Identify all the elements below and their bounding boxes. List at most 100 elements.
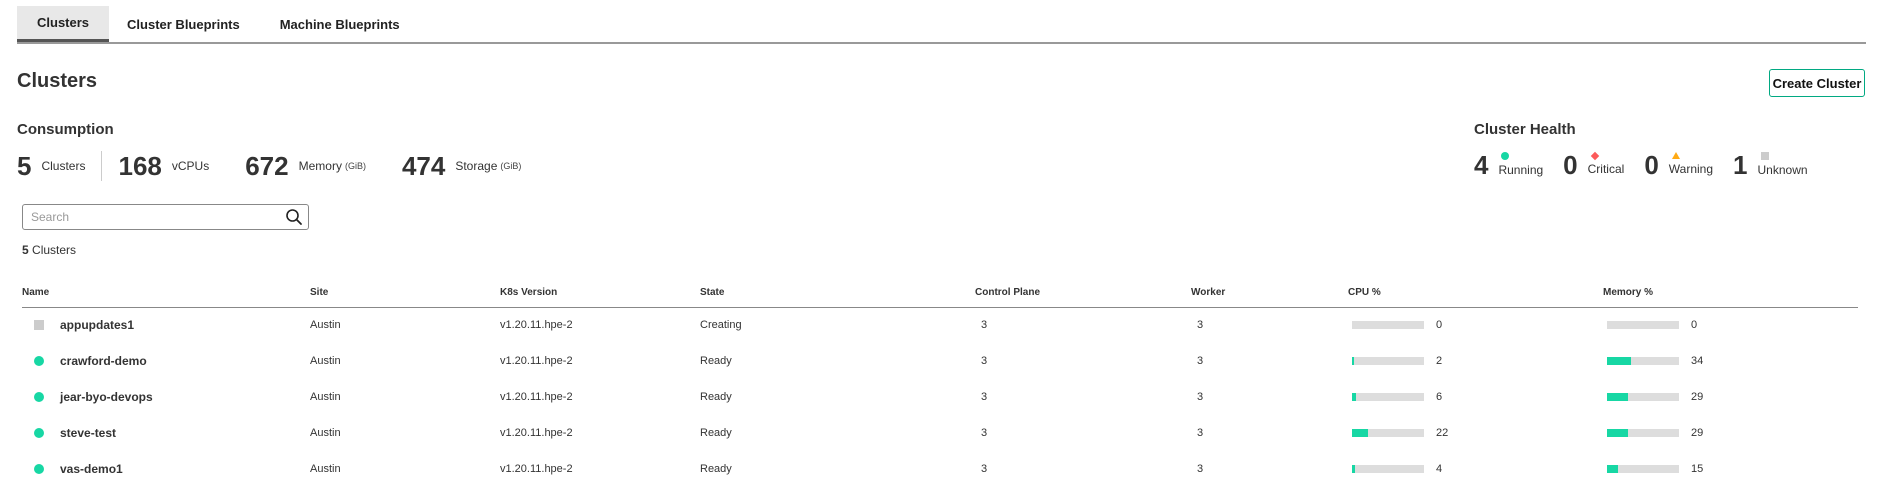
health-value: 1 — [1733, 150, 1748, 180]
memory-percent: 0 — [1691, 319, 1698, 332]
cell-k8s-version: v1.20.11.hpe-2 — [500, 427, 573, 439]
cell-name: crawford-demo — [22, 343, 310, 379]
cpu-percent: 22 — [1436, 427, 1449, 439]
cell-cpu: 6 — [1348, 379, 1603, 415]
ready-status-dot-icon — [34, 356, 44, 366]
cell-memory: 29 — [1603, 415, 1858, 451]
cell-memory: 29 — [1603, 379, 1858, 415]
cell-memory: 34 — [1603, 343, 1858, 379]
memory-meter-fill — [1607, 393, 1628, 401]
table-header-row: Name Site K8s Version State Control Plan… — [22, 278, 1858, 308]
search-input[interactable] — [23, 206, 280, 228]
cell-control-plane: 3 — [981, 319, 988, 332]
create-cluster-button[interactable]: Create Cluster — [1769, 69, 1865, 97]
table-row[interactable]: appupdates1 Austin v1.20.11.hpe-2 Creating 3… — [22, 307, 1858, 343]
cell-state: Ready — [700, 355, 732, 367]
column-header-control-plane[interactable]: Control Plane — [975, 278, 1191, 308]
metric-label: Clusters — [41, 159, 86, 173]
cluster-health-heading: Cluster Health — [1474, 121, 1576, 138]
metric-label: Memory — [298, 159, 342, 173]
memory-percent: 34 — [1691, 355, 1704, 367]
cell-k8s-version: v1.20.11.hpe-2 — [500, 463, 573, 475]
cpu-meter-fill — [1352, 357, 1355, 365]
memory-percent: 15 — [1691, 463, 1704, 475]
cluster-name-link[interactable]: jear-byo-devops — [60, 390, 153, 404]
cell-name: appupdates1 — [22, 307, 310, 343]
cpu-meter — [1352, 321, 1424, 330]
memory-meter-fill — [1607, 429, 1628, 437]
cpu-meter-fill — [1352, 393, 1357, 401]
cell-control-plane: 3 — [981, 391, 988, 403]
cluster-count-label: Clusters — [32, 243, 77, 257]
cell-state: Ready — [700, 427, 732, 439]
column-header-worker[interactable]: Worker — [1191, 278, 1348, 308]
table-row[interactable]: crawford-demo Austin v1.20.11.hpe-2 Ready 3 3… — [22, 343, 1858, 379]
cell-cpu: 0 — [1348, 307, 1603, 343]
cell-site: Austin — [310, 319, 341, 332]
warning-triangle-icon — [1671, 152, 1680, 159]
cell-state: Ready — [700, 391, 732, 403]
health-warning: 0 Warning — [1644, 152, 1713, 178]
cluster-name-link[interactable]: vas-demo1 — [60, 462, 123, 476]
column-header-site[interactable]: Site — [310, 278, 500, 308]
cell-site: Austin — [310, 463, 341, 475]
table-row[interactable]: steve-test Austin v1.20.11.hpe-2 Ready 3 3 22 2… — [22, 415, 1858, 451]
health-label: Running — [1498, 163, 1544, 177]
health-unknown: 1 Unknown — [1733, 152, 1808, 178]
memory-meter — [1607, 357, 1679, 365]
metric-label: vCPUs — [171, 159, 210, 173]
cell-name: jear-byo-devops — [22, 379, 310, 415]
cell-state: Ready — [700, 463, 732, 475]
column-header-k8s-version[interactable]: K8s Version — [500, 278, 700, 308]
metric-clusters: 5 Clusters — [17, 151, 85, 182]
cluster-name-link[interactable]: appupdates1 — [60, 318, 134, 332]
metric-unit: (GiB) — [500, 161, 522, 171]
cell-worker: 3 — [1197, 319, 1204, 332]
tab-machine-blueprints[interactable]: Machine Blueprints — [260, 6, 420, 42]
clusters-table: Name Site K8s Version State Control Plan… — [22, 278, 1858, 487]
column-header-state[interactable]: State — [700, 278, 975, 308]
cluster-health: 4 Running 0 Critical 0 Warning 1 Unknown — [1474, 151, 1808, 178]
column-header-cpu[interactable]: CPU % — [1348, 278, 1603, 308]
tab-bar: Clusters Cluster Blueprints Machine Blue… — [17, 6, 1866, 44]
column-header-memory[interactable]: Memory % — [1603, 278, 1858, 308]
tab-cluster-blueprints[interactable]: Cluster Blueprints — [109, 6, 260, 42]
cpu-meter-fill — [1352, 429, 1368, 437]
search-icon[interactable] — [280, 208, 308, 226]
cpu-meter — [1352, 465, 1424, 473]
metric-label: Storage — [455, 159, 498, 173]
cluster-name-link[interactable]: crawford-demo — [60, 354, 147, 368]
cell-k8s-version: v1.20.11.hpe-2 — [500, 355, 573, 367]
cpu-meter — [1352, 393, 1424, 401]
cell-name: vas-demo1 — [22, 451, 310, 487]
tab-clusters[interactable]: Clusters — [17, 6, 110, 42]
memory-meter — [1607, 429, 1679, 437]
cluster-name-link[interactable]: steve-test — [60, 426, 116, 440]
metric-value: 474 — [401, 150, 446, 181]
health-critical: 0 Critical — [1563, 151, 1624, 178]
table-row[interactable]: vas-demo1 Austin v1.20.11.hpe-2 Ready 3 3 4 15 — [22, 451, 1858, 487]
memory-percent: 29 — [1691, 427, 1704, 439]
memory-meter — [1607, 393, 1679, 401]
health-label: Unknown — [1757, 163, 1808, 177]
health-running: 4 Running — [1474, 152, 1543, 178]
search-box — [22, 204, 309, 230]
memory-meter — [1607, 321, 1679, 330]
table-row[interactable]: jear-byo-devops Austin v1.20.11.hpe-2 Ready… — [22, 379, 1858, 415]
ready-status-dot-icon — [34, 428, 44, 438]
cell-worker: 3 — [1197, 391, 1204, 403]
cluster-count-number: 5 — [22, 243, 29, 257]
ready-status-dot-icon — [34, 392, 44, 402]
cluster-count: 5 Clusters — [22, 243, 76, 257]
cell-state: Creating — [700, 319, 742, 332]
column-header-name[interactable]: Name — [22, 278, 310, 308]
cpu-meter-fill — [1352, 465, 1355, 473]
creating-status-square-icon — [34, 320, 44, 331]
cell-cpu: 2 — [1348, 343, 1603, 379]
ready-status-dot-icon — [34, 464, 44, 474]
cpu-percent: 2 — [1436, 355, 1443, 367]
cpu-percent: 0 — [1436, 319, 1443, 332]
consumption-heading: Consumption — [17, 121, 114, 138]
metric-vcpus: 168 vCPUs — [118, 151, 209, 182]
cell-k8s-version: v1.20.11.hpe-2 — [500, 319, 573, 332]
